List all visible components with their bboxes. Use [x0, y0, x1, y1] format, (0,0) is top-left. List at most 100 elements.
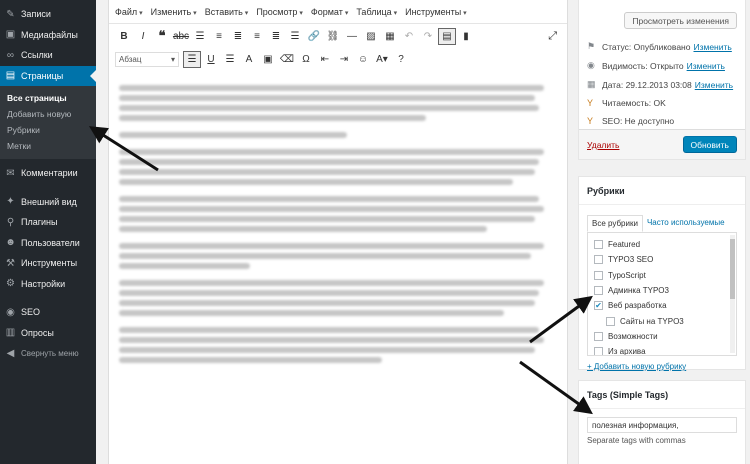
unlink-icon[interactable]: ⛓: [324, 28, 342, 45]
tab-popular-categories[interactable]: Часто используемые: [643, 215, 729, 232]
publish-panel: Просмотреть изменения ⚑ Статус: Опублико…: [578, 0, 746, 160]
yoast-icon: Y: [587, 116, 594, 126]
delete-link[interactable]: Удалить: [587, 140, 619, 150]
categories-checklist[interactable]: Featured TYPO3 SEO TypoScript Админка TYPO3…: [587, 232, 737, 356]
category-checkbox[interactable]: ✔: [594, 301, 603, 311]
sidebar-item-label: Ссылки: [21, 50, 53, 61]
sidebar-item-pin[interactable]: ✎ Записи: [0, 4, 96, 25]
add-category-link[interactable]: + Добавить новую рубрику: [579, 356, 745, 377]
visibility-label: Видимость:: [602, 60, 648, 71]
category-checkbox[interactable]: [594, 255, 603, 265]
yoast-icon: Y: [587, 98, 594, 108]
appearance-icon: ✦: [6, 196, 15, 208]
sidebar-item-settings[interactable]: ⚙ Настройки: [0, 274, 96, 295]
category-item[interactable]: Сайты на TYPO3: [594, 313, 730, 328]
format-select[interactable]: Абзац ▾: [115, 51, 179, 67]
category-label: TypoScript: [608, 270, 646, 280]
tags-input[interactable]: полезная информация,: [587, 417, 737, 433]
pages-submenu: Все страницы Добавить новую Рубрики Метк…: [0, 86, 96, 159]
tab-all-categories[interactable]: Все рубрики: [587, 215, 643, 232]
redo-icon[interactable]: ↷: [419, 28, 437, 45]
blockquote-icon[interactable]: ❝: [153, 28, 171, 45]
category-checkbox[interactable]: [594, 286, 603, 296]
justify-full-icon[interactable]: ☰: [221, 51, 239, 68]
update-button[interactable]: Обновить: [682, 136, 737, 153]
editor-content-blurred[interactable]: [109, 69, 567, 386]
category-checkbox[interactable]: [594, 347, 603, 355]
sidebar-item-plugins[interactable]: ⚲ Плагины: [0, 212, 96, 233]
sidebar-item-polls[interactable]: ▥ Опросы: [0, 323, 96, 344]
strikethrough-icon[interactable]: abc: [172, 28, 190, 45]
format-select-value: Абзац: [119, 54, 142, 64]
undo-icon[interactable]: ↶: [400, 28, 418, 45]
italic-icon[interactable]: I: [134, 28, 152, 45]
preview-changes-button[interactable]: Просмотреть изменения: [624, 12, 737, 29]
clear-formatting-icon[interactable]: ⌫: [278, 51, 296, 68]
category-item[interactable]: Из архива: [594, 344, 730, 355]
category-item[interactable]: Возможности: [594, 329, 730, 344]
menu-file[interactable]: Файл: [115, 7, 143, 17]
stats-icon[interactable]: ▮: [457, 28, 475, 45]
collapse-icon: ◀: [6, 347, 15, 359]
menu-edit[interactable]: Изменить: [151, 7, 197, 17]
toolbar-toggle-icon[interactable]: ☰: [183, 50, 201, 68]
sidebar-item-media[interactable]: ▣ Медиафайлы: [0, 25, 96, 46]
paste-text-icon[interactable]: ▣: [259, 51, 277, 68]
admin-sidebar: ✎ Записи ▣ Медиафайлы ∞ Ссылки ▤ Страницы Все…: [0, 0, 96, 464]
align-right-icon[interactable]: ≣: [267, 28, 285, 45]
categories-scrollbar[interactable]: [730, 235, 735, 353]
help-icon[interactable]: ?: [392, 51, 410, 68]
menu-tools[interactable]: Инструменты: [405, 7, 467, 17]
category-item[interactable]: TYPO3 SEO: [594, 252, 730, 267]
horizontal-line-icon[interactable]: —: [343, 28, 361, 45]
polls-icon: ▥: [5, 327, 16, 339]
menu-table[interactable]: Таблица: [356, 7, 397, 17]
submenu-all-pages[interactable]: Все страницы: [0, 90, 96, 106]
submenu-add-new[interactable]: Добавить новую: [0, 106, 96, 122]
submenu-tags[interactable]: Метки: [0, 138, 96, 154]
category-item[interactable]: Featured: [594, 237, 730, 252]
category-item[interactable]: ✔ Веб разработка: [594, 298, 730, 313]
category-checkbox[interactable]: [606, 316, 615, 326]
category-item[interactable]: Админка TYPO3: [594, 283, 730, 298]
kitchen-sink-icon[interactable]: ▤: [438, 27, 456, 45]
font-color-icon[interactable]: A▾: [373, 51, 391, 68]
underline-icon[interactable]: U: [202, 51, 220, 68]
submenu-categories[interactable]: Рубрики: [0, 122, 96, 138]
fullscreen-icon[interactable]: ⤢: [548, 30, 557, 43]
text-color-icon[interactable]: A: [240, 51, 258, 68]
category-checkbox[interactable]: [594, 270, 603, 280]
menu-format[interactable]: Формат: [311, 7, 348, 17]
image-icon[interactable]: ▨: [362, 28, 380, 45]
sidebar-item-comments[interactable]: ✉ Комментарии: [0, 163, 96, 184]
bold-icon[interactable]: B: [115, 28, 133, 45]
date-edit-link[interactable]: Изменить: [695, 80, 733, 90]
status-row: ⚑ Статус: Опубликовано Изменить: [579, 37, 745, 56]
menu-insert[interactable]: Вставить: [205, 7, 249, 17]
sidebar-item-users[interactable]: ☻ Пользователи: [0, 233, 96, 254]
sidebar-item-tools[interactable]: ⚒ Инструменты: [0, 253, 96, 274]
link-icon[interactable]: 🔗: [305, 28, 323, 45]
justify-icon[interactable]: ☰: [286, 28, 304, 45]
outdent-icon[interactable]: ⇤: [316, 51, 334, 68]
indent-icon[interactable]: ⇥: [335, 51, 353, 68]
sidebar-item-pages[interactable]: ▤ Страницы: [0, 65, 96, 86]
align-center-icon[interactable]: ≡: [248, 28, 266, 45]
sidebar-item-link[interactable]: ∞ Ссылки: [0, 45, 96, 66]
status-label: Статус:: [602, 41, 632, 52]
sidebar-item-seo[interactable]: ◉ SEO: [0, 302, 96, 323]
bullet-list-icon[interactable]: ☰: [191, 28, 209, 45]
sidebar-item-appearance[interactable]: ✦ Внешний вид: [0, 192, 96, 213]
numbered-list-icon[interactable]: ≡: [210, 28, 228, 45]
status-edit-link[interactable]: Изменить: [693, 42, 731, 52]
menu-view[interactable]: Просмотр: [256, 7, 303, 17]
special-char-icon[interactable]: Ω: [297, 51, 315, 68]
category-checkbox[interactable]: [594, 331, 603, 341]
visibility-edit-link[interactable]: Изменить: [687, 61, 725, 71]
table-icon[interactable]: ▦: [381, 28, 399, 45]
category-item[interactable]: TypoScript: [594, 268, 730, 283]
collapse-menu-button[interactable]: ◀ Свернуть меню: [0, 343, 96, 364]
align-left-icon[interactable]: ≣: [229, 28, 247, 45]
category-checkbox[interactable]: [594, 240, 603, 250]
emoji-icon[interactable]: ☺: [354, 51, 372, 68]
